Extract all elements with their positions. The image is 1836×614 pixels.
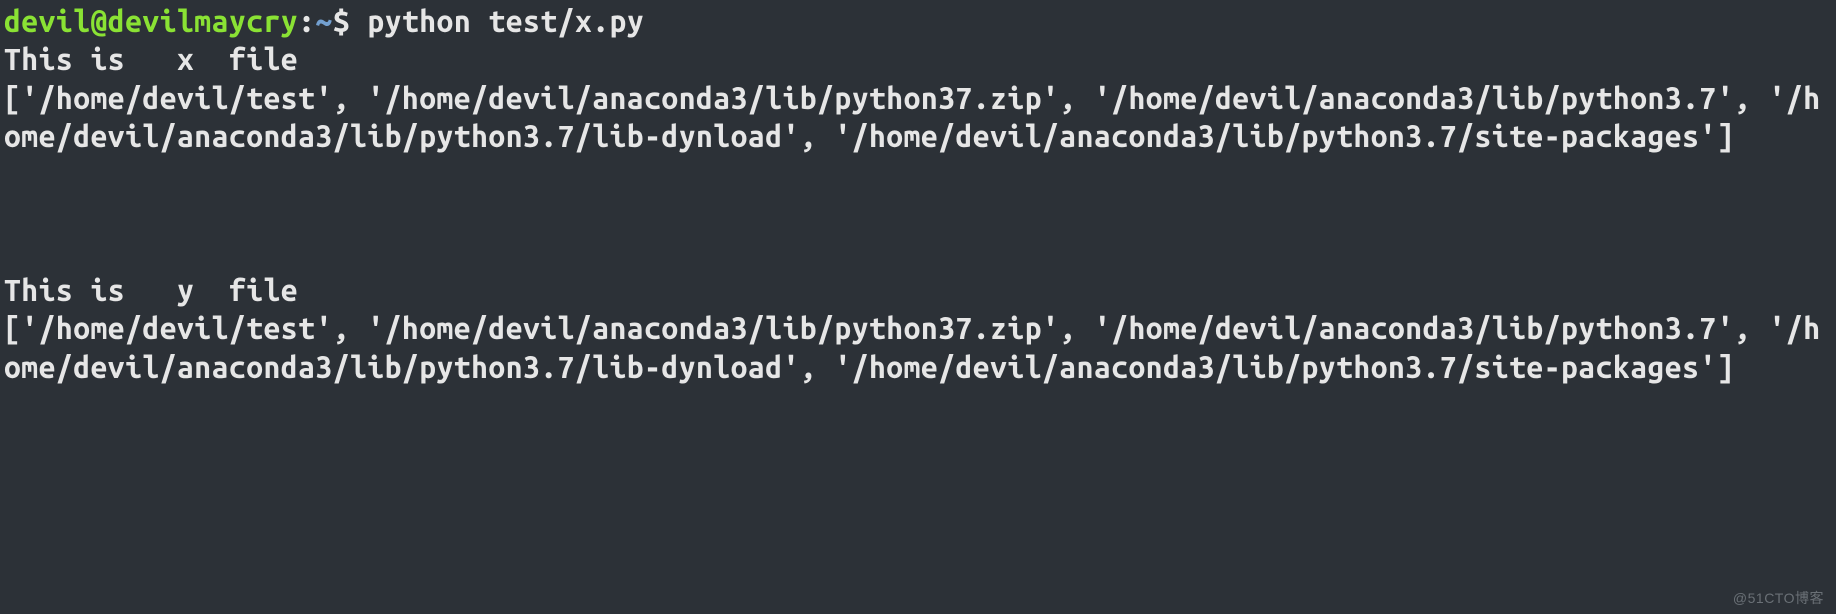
prompt-dollar: $ (333, 4, 368, 38)
command-text: python test/x.py (367, 4, 644, 38)
output-line-2: ['/home/devil/test', '/home/devil/anacon… (4, 81, 1821, 153)
prompt-user: devil@devilmaycry (4, 4, 298, 38)
output-line-7: ['/home/devil/test', '/home/devil/anacon… (4, 311, 1821, 383)
prompt-colon: : (298, 4, 315, 38)
output-line-1: This is x file (4, 42, 298, 76)
prompt-path: ~ (315, 4, 332, 38)
output-line-6: This is y file (4, 273, 298, 307)
terminal-output[interactable]: devil@devilmaycry:~$ python test/x.py Th… (0, 0, 1836, 388)
watermark: @51CTO博客 (1733, 590, 1824, 608)
